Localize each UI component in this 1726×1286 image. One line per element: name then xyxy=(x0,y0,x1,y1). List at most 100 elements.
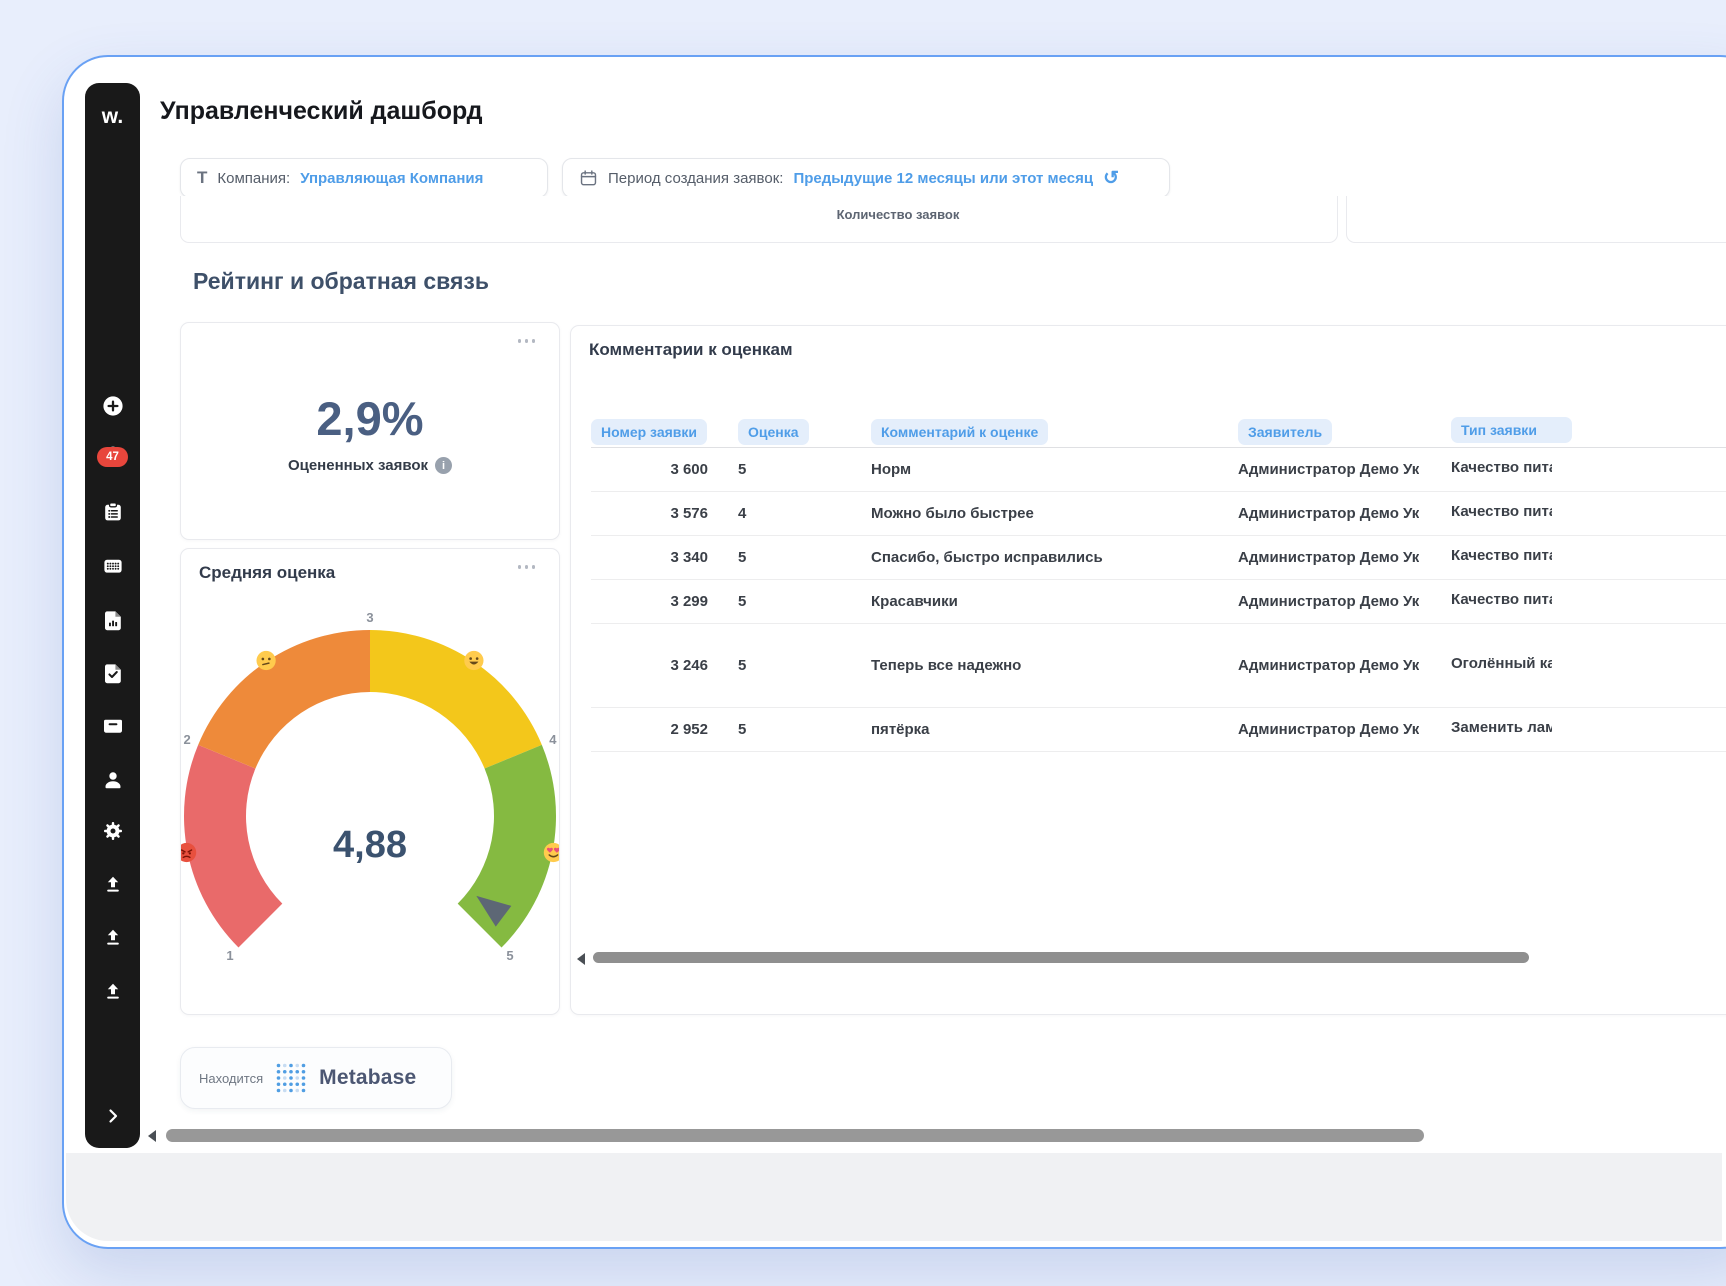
cell-number: 3 246 xyxy=(591,657,708,674)
page-scroll-left-arrow[interactable] xyxy=(148,1130,156,1142)
table-row[interactable]: 3 2995КрасавчикиАдминистратор Демо УкКач… xyxy=(591,580,1726,624)
cell-requester: Администратор Демо Ук xyxy=(1206,461,1419,478)
gauge-tick-label: 2 xyxy=(183,732,190,747)
notifications-badge[interactable]: 47 xyxy=(97,447,128,467)
cell-score: 5 xyxy=(708,549,839,566)
page-horizontal-scrollbar[interactable] xyxy=(166,1129,1424,1142)
section-title: Рейтинг и обратная связь xyxy=(193,268,489,295)
cell-comment: пятёрка xyxy=(839,721,1206,738)
text-filter-icon: T xyxy=(197,168,207,188)
table-row[interactable]: 3 5764Можно было быстрееАдминистратор Де… xyxy=(591,492,1726,536)
gauge-segment xyxy=(198,630,370,769)
keypad-icon[interactable] xyxy=(101,554,125,578)
cell-comment: Можно было быстрее xyxy=(839,505,1206,522)
column-header-comment[interactable]: Комментарий к оценке xyxy=(871,419,1048,445)
cell-score: 5 xyxy=(708,657,839,674)
company-filter-value: Управляющая Компания xyxy=(300,170,483,187)
inbox-icon[interactable] xyxy=(101,714,125,738)
table-body: 3 6005НормАдминистратор Демо УкКачество … xyxy=(591,448,1726,752)
cell-type: Качество питания xyxy=(1419,459,1726,480)
cell-type: Качество питания xyxy=(1419,591,1726,612)
table-scroll-left-arrow[interactable] xyxy=(577,953,585,965)
period-filter-value: Предыдущие 12 месяцы или этот месяц xyxy=(793,170,1093,187)
company-filter-label: Компания: xyxy=(217,170,290,187)
rated-percentage-label: Оцененных заявок xyxy=(288,457,428,474)
gauge-tick-label: 3 xyxy=(366,610,373,625)
cell-type: Качество питания xyxy=(1419,503,1726,524)
screen: w. 47 xyxy=(0,0,1726,1286)
cell-score: 5 xyxy=(708,721,839,738)
cell-comment: Теперь все надежно xyxy=(839,657,1206,674)
column-header-requester[interactable]: Заявитель xyxy=(1238,419,1332,445)
cell-requester: Администратор Демо Ук xyxy=(1206,549,1419,566)
count-chart-card-fragment: Количество заявок xyxy=(180,196,1338,243)
gauge-value: 4,88 xyxy=(333,824,407,866)
count-chart-axis-label: Количество заявок xyxy=(837,207,960,222)
reset-icon[interactable]: ↺ xyxy=(1103,169,1119,188)
cell-requester: Администратор Демо Ук xyxy=(1206,593,1419,610)
emoji-grin-icon xyxy=(464,651,483,670)
gauge-chart: 1 2 3 4 5 4,88 xyxy=(180,549,560,1014)
upload-icon[interactable] xyxy=(101,926,125,950)
period-filter-label: Период создания заявок: xyxy=(608,170,783,187)
cell-number: 2 952 xyxy=(591,721,708,738)
column-header-score[interactable]: Оценка xyxy=(738,419,809,445)
rated-percentage-card: 2,9% Оцененных заявок i xyxy=(180,322,560,540)
cell-type: Заменить лампочку xyxy=(1419,719,1726,740)
cell-number: 3 340 xyxy=(591,549,708,566)
task-check-icon[interactable] xyxy=(101,661,125,685)
table-row[interactable]: 3 6005НормАдминистратор Демо УкКачество … xyxy=(591,448,1726,492)
table-row[interactable]: 3 3405Спасибо, быстро исправилисьАдминис… xyxy=(591,536,1726,580)
upload-icon[interactable] xyxy=(101,873,125,897)
cell-comment: Спасибо, быстро исправились xyxy=(839,549,1206,566)
chevron-right-icon[interactable] xyxy=(101,1104,125,1128)
window-footer-background xyxy=(66,1153,1722,1241)
cell-comment: Красавчики xyxy=(839,593,1206,610)
gear-icon[interactable] xyxy=(101,819,125,843)
table-row[interactable]: 3 2465Теперь все надежноАдминистратор Де… xyxy=(591,624,1726,708)
column-header-number[interactable]: Номер заявки xyxy=(591,419,707,445)
app-logo: w. xyxy=(85,105,140,129)
metabase-dots-logo xyxy=(274,1061,308,1095)
card-menu-ellipsis-icon[interactable] xyxy=(518,339,536,343)
plus-circle-icon[interactable] xyxy=(101,394,125,418)
average-score-card: Средняя оценка 123454,88 xyxy=(180,548,560,1015)
cell-score: 5 xyxy=(708,593,839,610)
gauge-tick-label: 5 xyxy=(506,948,513,963)
cell-score: 5 xyxy=(708,461,839,478)
gauge-tick-label: 1 xyxy=(226,948,233,963)
cell-number: 3 299 xyxy=(591,593,708,610)
period-filter[interactable]: Период создания заявок: Предыдущие 12 ме… xyxy=(562,158,1170,198)
emoji-confused-icon xyxy=(256,651,275,670)
gauge-segment xyxy=(184,745,282,948)
clipboard-icon[interactable] xyxy=(101,500,125,524)
cell-requester: Администратор Демо Ук xyxy=(1206,721,1419,738)
sidebar: w. 47 xyxy=(85,83,140,1148)
comments-card-title: Комментарии к оценкам xyxy=(589,340,793,360)
calendar-icon xyxy=(579,169,598,188)
cell-number: 3 576 xyxy=(591,505,708,522)
table-horizontal-scrollbar[interactable] xyxy=(593,952,1529,963)
located-label: Находится xyxy=(199,1071,263,1086)
metabase-attribution-badge[interactable]: Находится Metabase xyxy=(180,1047,452,1109)
company-filter[interactable]: T Компания: Управляющая Компания xyxy=(180,158,548,198)
user-icon[interactable] xyxy=(101,768,125,792)
upload-icon[interactable] xyxy=(101,980,125,1004)
info-icon[interactable]: i xyxy=(435,457,452,474)
gauge-segment xyxy=(370,630,542,769)
page-title: Управленческий дашборд xyxy=(160,97,483,126)
cell-comment: Норм xyxy=(839,461,1206,478)
cell-requester: Администратор Демо Ук xyxy=(1206,505,1419,522)
gauge-segment xyxy=(458,745,556,948)
comments-card: Комментарии к оценкам Номер заявки Оценк… xyxy=(570,325,1726,1015)
table-header-row: Номер заявки Оценка Комментарий к оценке… xyxy=(591,416,1726,448)
cell-requester: Администратор Демо Ук xyxy=(1206,657,1419,674)
cell-type: Оголённый кабель xyxy=(1419,655,1726,676)
metabase-brand-label: Metabase xyxy=(319,1066,416,1090)
column-header-type[interactable]: Тип заявки xyxy=(1451,417,1572,443)
gauge-tick-label: 4 xyxy=(549,732,557,747)
cell-type: Качество питания xyxy=(1419,547,1726,568)
table-row[interactable]: 2 9525пятёркаАдминистратор Демо УкЗамени… xyxy=(591,708,1726,752)
cell-number: 3 600 xyxy=(591,461,708,478)
report-chart-icon[interactable] xyxy=(101,608,125,632)
